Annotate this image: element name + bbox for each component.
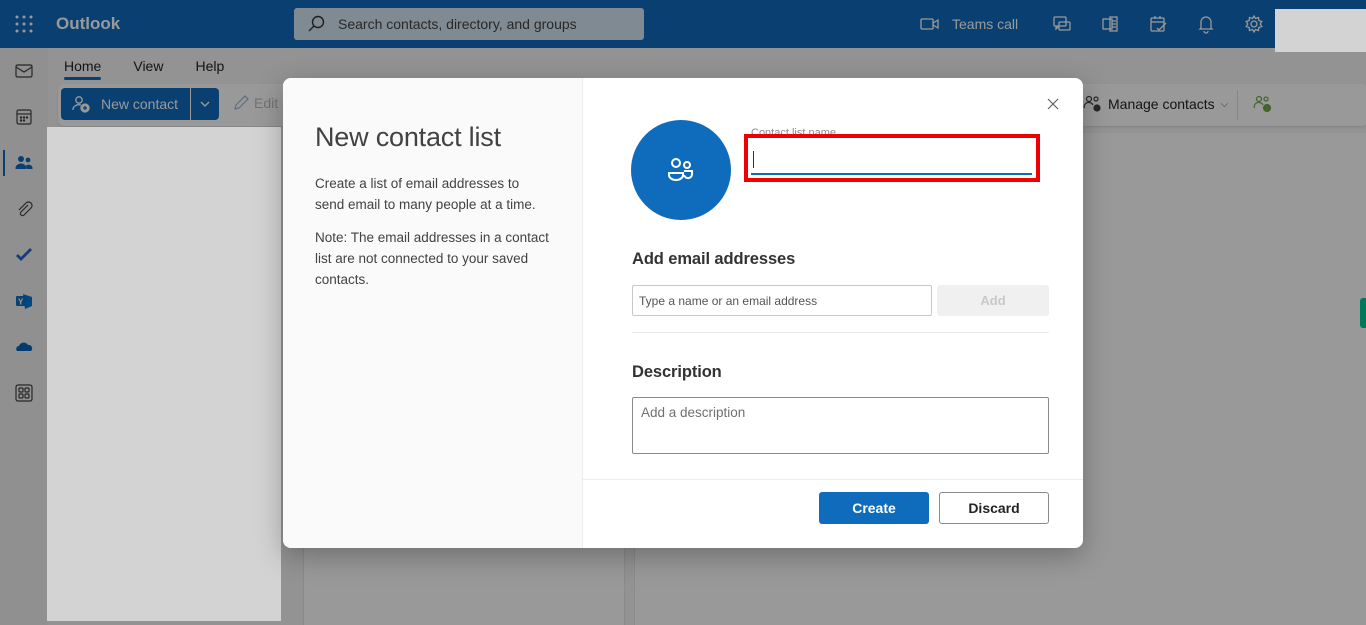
contact-list-avatar: [631, 120, 731, 220]
description-heading: Description: [632, 363, 722, 381]
description-input[interactable]: [633, 398, 1048, 453]
redacted-folder-area: [47, 127, 281, 621]
text-caret: [753, 151, 754, 168]
dialog-title: New contact list: [315, 122, 501, 152]
close-icon: [1047, 98, 1059, 110]
email-input[interactable]: [633, 286, 931, 315]
redacted-account-area: [1275, 9, 1366, 52]
description-box[interactable]: [632, 397, 1049, 454]
email-input-box[interactable]: [632, 285, 932, 316]
close-button[interactable]: [1041, 92, 1065, 116]
new-contact-list-dialog: New contact list Create a list of email …: [283, 78, 1083, 548]
dialog-info-panel: New contact list Create a list of email …: [283, 78, 583, 548]
discard-button[interactable]: Discard: [939, 492, 1049, 524]
add-email-button[interactable]: Add: [937, 285, 1049, 316]
contact-list-name-label: Contact list name: [751, 127, 836, 135]
dialog-form: Contact list name Add email addresses Ad…: [583, 78, 1083, 548]
dialog-note: Note: The email addresses in a contact l…: [315, 230, 549, 287]
people-group-icon: [668, 158, 694, 181]
add-email-heading: Add email addresses: [632, 250, 796, 268]
section-divider: [632, 332, 1049, 333]
create-button[interactable]: Create: [819, 492, 929, 524]
contact-list-name-input[interactable]: [751, 142, 1032, 173]
contact-list-name-field[interactable]: [751, 142, 1032, 175]
footer-divider: [583, 479, 1083, 480]
dialog-description: Create a list of email addresses to send…: [315, 176, 536, 212]
